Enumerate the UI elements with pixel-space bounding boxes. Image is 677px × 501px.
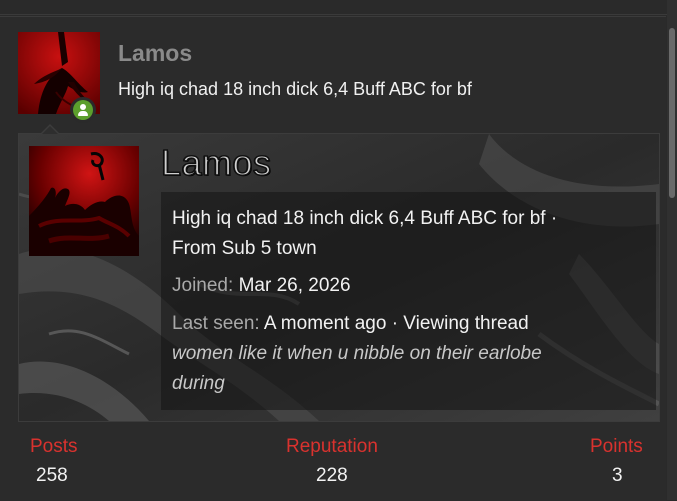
thread-link-line-1[interactable]: women like it when u nibble on their ear… (172, 342, 542, 366)
avatar-image (29, 146, 139, 256)
posts-label[interactable]: Posts (30, 436, 78, 458)
thread-link-line-2[interactable]: during (172, 372, 225, 396)
reputation-label[interactable]: Reputation (286, 436, 378, 458)
tooltip-username[interactable]: Lamos (160, 141, 272, 184)
tooltip-avatar[interactable] (29, 146, 139, 256)
scrollbar-thumb[interactable] (669, 28, 675, 198)
joined-value: Mar 26, 2026 (238, 275, 351, 296)
last-seen-value: A moment ago · Viewing thread (263, 313, 529, 334)
online-status (70, 97, 96, 123)
tooltip-info-box: High iq chad 18 inch dick 6,4 Buff ABC f… (161, 192, 656, 410)
points-label[interactable]: Points (590, 436, 643, 458)
member-tooltip-card: Lamos High iq chad 18 inch dick 6,4 Buff… (18, 133, 660, 422)
user-online-icon (73, 100, 93, 120)
tooltip-last-seen: Last seen: A moment ago · Viewing thread (172, 312, 529, 336)
tooltip-joined: Joined: Mar 26, 2026 (172, 274, 351, 298)
tooltip-arrow-inner (42, 126, 58, 134)
reputation-value: 228 (316, 465, 348, 486)
posts-value: 258 (36, 465, 68, 486)
tooltip-title-line-1: High iq chad 18 inch dick 6,4 Buff ABC f… (172, 208, 558, 229)
header-user-title: High iq chad 18 inch dick 6,4 Buff ABC f… (118, 79, 472, 99)
top-bar (0, 0, 677, 15)
points-value: 3 (612, 465, 623, 486)
scrollbar[interactable] (667, 0, 677, 500)
tooltip-title-line-2: From Sub 5 town (172, 238, 317, 259)
last-seen-label: Last seen: (172, 313, 260, 334)
header-username[interactable]: Lamos (118, 40, 192, 67)
joined-label: Joined: (172, 275, 234, 296)
